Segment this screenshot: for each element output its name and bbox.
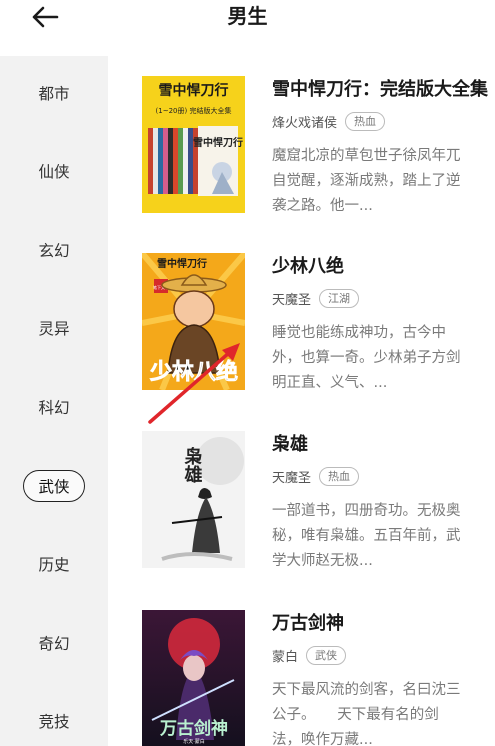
category-sidebar: 都市 仙侠 玄幻 灵异 科幻 武侠 历史 奇幻 竞技 (0, 56, 108, 746)
genre-tag: 热血 (319, 467, 360, 486)
book-cover[interactable]: 万古剑神 乐天·蒙白 (142, 610, 245, 746)
sidebar-item-jingji[interactable]: 竞技 (0, 701, 108, 741)
genre-tag: 热血 (345, 112, 386, 131)
back-button[interactable] (28, 2, 62, 32)
genre-tag: 武侠 (306, 646, 347, 665)
cover-inner-text: 雪中悍刀行 (193, 136, 243, 149)
book-list: 雪中悍刀行 (1~20册) 完结版大全集 雪中悍刀行 雪中悍刀行：完结版大全集 … (108, 56, 495, 746)
back-arrow-icon (32, 6, 59, 28)
book-cover-image: 枭雄 (142, 431, 245, 568)
cover-title-text: 枭雄 (182, 446, 204, 484)
book-title[interactable]: 雪中悍刀行：完结版大全集 (272, 76, 488, 104)
sidebar-item-label: 武侠 (23, 470, 85, 502)
book-meta: 蒙白 武侠 (272, 646, 347, 665)
book-author: 蒙白 (272, 650, 299, 665)
book-title[interactable]: 万古剑神 (272, 610, 344, 638)
sidebar-item-wuxia[interactable]: 武侠 (0, 466, 108, 506)
book-description: 天下最风流的剑客，名曰沈三公子。 天下最有名的剑法，唤作万藏... (272, 682, 461, 746)
sidebar-item-label: 历史 (38, 556, 70, 574)
genre-tag: 江湖 (319, 289, 360, 308)
sidebar-item-label: 灵异 (38, 320, 70, 338)
top-bar: 男生 (0, 0, 495, 56)
book-author: 天魔圣 (272, 293, 312, 308)
book-author: 烽火戏诸侯 (272, 116, 338, 131)
book-description: 睡觉也能练成神功，古今中外，也算一奇。少林弟子方剑明正直、义气、... (272, 325, 461, 391)
book-meta: 天魔圣 江湖 (272, 289, 360, 308)
sidebar-item-lingyi[interactable]: 灵异 (0, 308, 108, 348)
book-item[interactable]: 枭雄 枭雄 天魔圣 热血 一部道书，四册奇功。无极奥秘，唯有枭雄。五百年前，武学… (108, 431, 495, 601)
cover-top-text: 雪中悍刀行 (157, 257, 207, 270)
book-title[interactable]: 少林八绝 (272, 253, 344, 281)
book-description: 一部道书，四册奇功。无极奥秘，唯有枭雄。五百年前，武学大师赵无极... (272, 503, 461, 569)
cover-subtitle-text: 乐天·蒙白 (183, 738, 205, 745)
sidebar-item-label: 奇幻 (38, 635, 70, 653)
book-title[interactable]: 枭雄 (272, 431, 308, 459)
sidebar-item-label: 仙侠 (38, 163, 70, 181)
sidebar-item-label: 科幻 (38, 399, 70, 417)
book-meta: 天魔圣 热血 (272, 467, 360, 486)
sidebar-item-kehuan[interactable]: 科幻 (0, 387, 108, 427)
sidebar-item-label: 竞技 (38, 713, 70, 731)
book-cover[interactable]: 雪中悍刀行 (1~20册) 完结版大全集 雪中悍刀行 (142, 76, 245, 213)
cover-title-text: 少林八绝 (149, 359, 238, 385)
book-cover-image: 万古剑神 乐天·蒙白 (142, 610, 245, 746)
book-item[interactable]: 万古剑神 乐天·蒙白 万古剑神 蒙白 武侠 天下最风流的剑客，名曰沈三公子。 天… (108, 610, 495, 746)
book-cover-image: 雪中悍刀行 笔下文学 少林八绝 (142, 253, 245, 390)
book-description: 魔窟北凉的草包世子徐凤年兀自觉醒，逐渐成熟，踏上了逆袭之路。他一... (272, 148, 461, 214)
sidebar-item-lishi[interactable]: 历史 (0, 544, 108, 584)
book-meta: 烽火戏诸侯 热血 (272, 112, 386, 131)
sidebar-item-xianxia[interactable]: 仙侠 (0, 151, 108, 191)
cover-title-text: 万古剑神 (159, 718, 228, 739)
cover-title-text: 雪中悍刀行 (159, 82, 229, 99)
page-title: 男生 (227, 4, 268, 28)
sidebar-item-qihuan[interactable]: 奇幻 (0, 623, 108, 663)
sidebar-item-dushi[interactable]: 都市 (0, 73, 108, 113)
book-author: 天魔圣 (272, 471, 312, 486)
book-cover-image: 雪中悍刀行 (1~20册) 完结版大全集 雪中悍刀行 (142, 76, 245, 213)
book-item[interactable]: 雪中悍刀行 笔下文学 少林八绝 少林八绝 天魔圣 江湖 睡觉也能练成神功，古今中… (108, 253, 495, 423)
sidebar-item-label: 都市 (38, 85, 70, 103)
cover-subtitle-text: (1~20册) 完结版大全集 (156, 106, 232, 115)
sidebar-item-xuanhuan[interactable]: 玄幻 (0, 230, 108, 270)
book-item[interactable]: 雪中悍刀行 (1~20册) 完结版大全集 雪中悍刀行 雪中悍刀行：完结版大全集 … (108, 76, 495, 246)
book-cover[interactable]: 枭雄 (142, 431, 245, 568)
sidebar-item-label: 玄幻 (38, 242, 70, 260)
book-cover[interactable]: 雪中悍刀行 笔下文学 少林八绝 (142, 253, 245, 390)
